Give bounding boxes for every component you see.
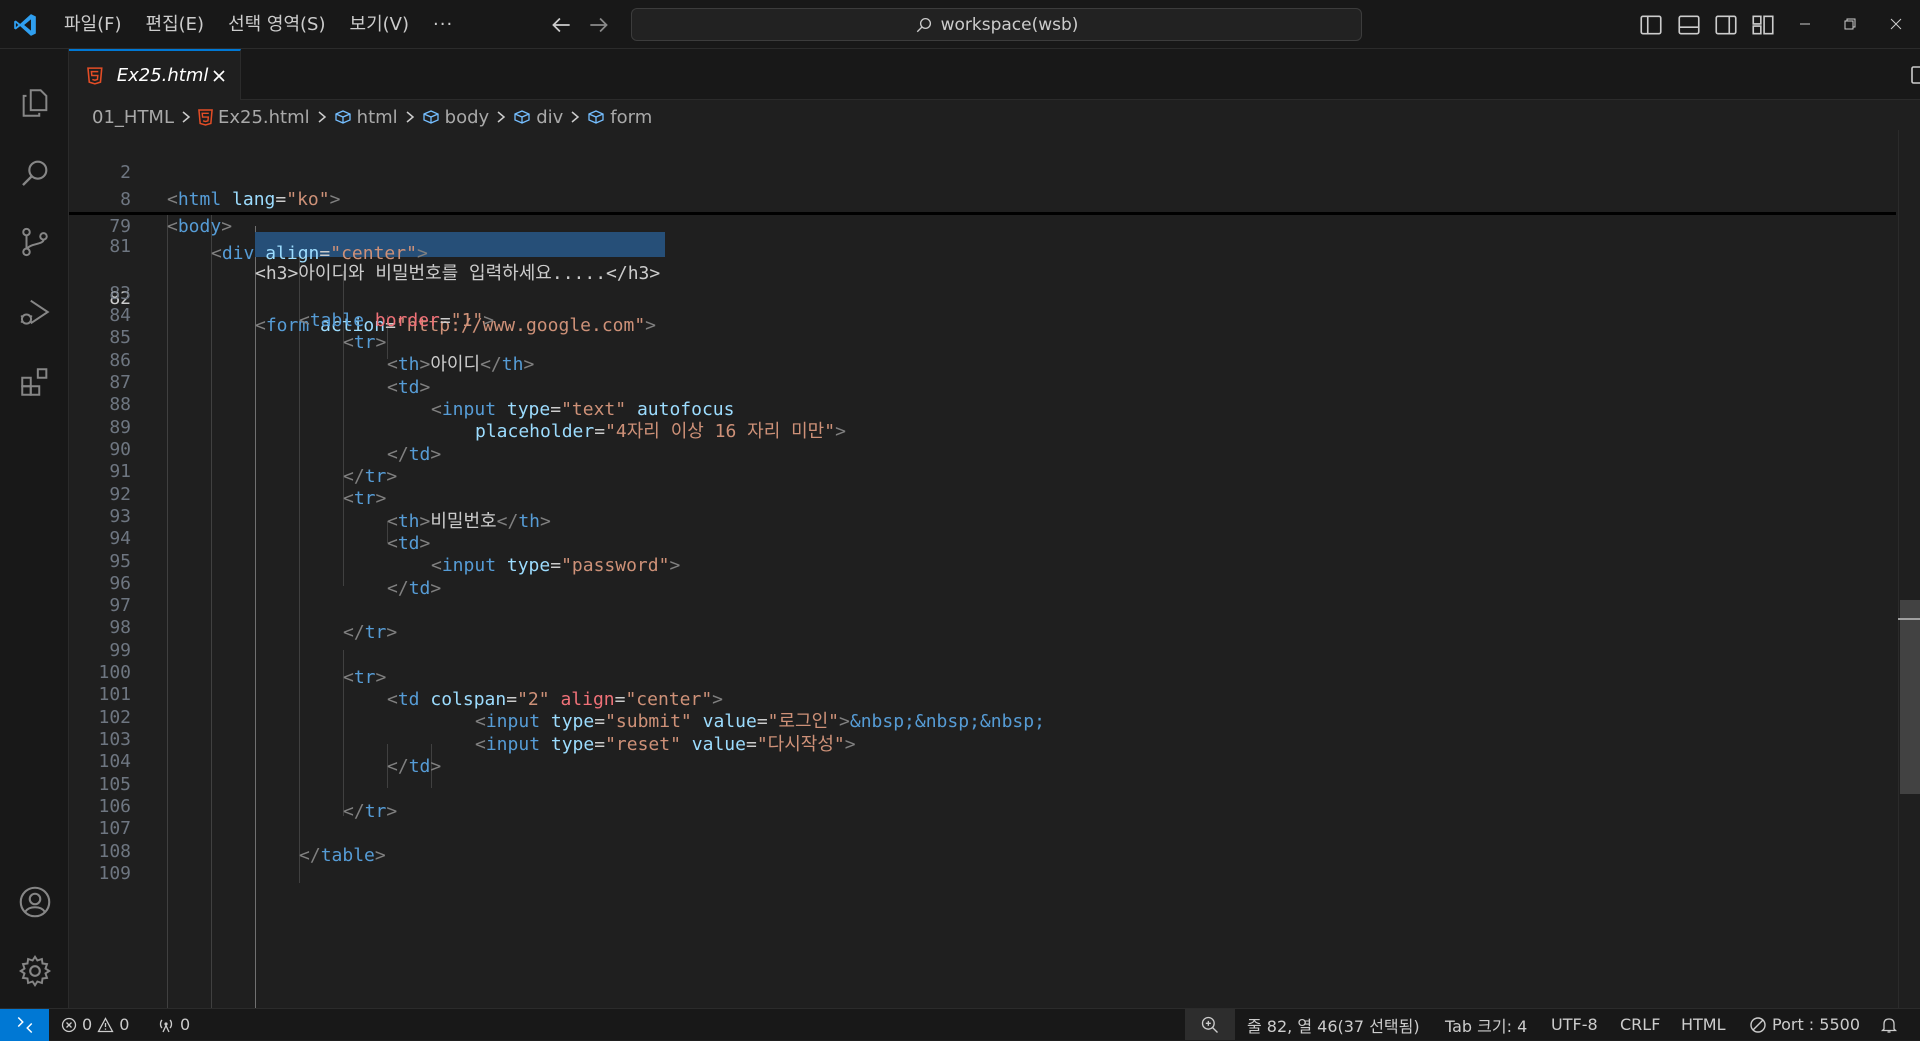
arrow-right-icon[interactable] [586,12,612,38]
search-button[interactable] [0,143,69,203]
line-number: 109 [98,863,131,884]
editor-tabs: Ex25.html [69,49,1920,100]
gear-icon [18,954,51,988]
error-icon [61,1017,77,1032]
customize-layout-icon[interactable] [1750,12,1776,38]
menu-file[interactable]: 파일(F) [52,9,134,41]
activity-bar [0,49,69,1008]
language-mode-status[interactable]: HTML [1681,1009,1726,1040]
chevron-right-icon [571,111,580,123]
sticky-line[interactable]: 8 <body> [69,159,1896,237]
symbol-element-icon [588,110,604,124]
symbol-element-icon [514,110,530,124]
notifications-button[interactable] [1880,1009,1898,1040]
encoding-status[interactable]: UTF-8 [1551,1009,1598,1040]
line-number: 79 [109,216,131,237]
arrow-left-icon[interactable] [548,12,574,38]
remote-icon [17,1016,32,1034]
extensions-icon [20,368,47,396]
source-control-icon [21,227,48,257]
chevron-right-icon [182,111,191,123]
breadcrumb-symbol-div[interactable]: div [513,107,563,128]
command-center-search[interactable]: workspace(wsb) [631,8,1362,41]
eol-status[interactable]: CRLF [1620,1009,1660,1040]
sticky-scroll: 2 <html lang="ko"> 8 <body> 79 <div alig… [69,130,1896,264]
source-control-button[interactable] [0,212,69,272]
toggle-secondary-sidebar-icon[interactable] [1713,12,1739,38]
html5-icon [87,66,103,85]
menu-view[interactable]: 보기(V) [338,9,421,41]
status-bar: 0 0 0 줄 82, 열 46(37 선택됨) Tab 크기: 4 UTF-8… [0,1008,1920,1041]
breadcrumb-symbol-form[interactable]: form [587,107,652,128]
close-icon [213,69,225,82]
chevron-right-icon [406,111,414,123]
warning-count: 0 [119,1015,130,1034]
breadcrumb-symbol-html[interactable]: html [334,107,398,128]
ports-status[interactable]: 0 [157,1009,190,1040]
circle-slash-icon [1750,1016,1766,1033]
zoom-in-icon [1201,1016,1218,1033]
breadcrumb-folder[interactable]: 01_HTML [92,107,174,128]
toggle-panel-icon[interactable] [1676,12,1702,38]
breadcrumb-symbol-body[interactable]: body [422,107,489,128]
problems-status[interactable]: 0 0 [61,1009,129,1040]
tab-size-status[interactable]: Tab 크기: 4 [1445,1009,1527,1040]
restore-icon [1844,18,1856,30]
menu-edit[interactable]: 편집(E) [134,9,217,41]
warning-icon [97,1016,114,1032]
breadcrumb-file[interactable]: Ex25.html [198,107,310,128]
menu-selection[interactable]: 선택 영역(S) [216,9,337,41]
account-icon [19,886,50,918]
breadcrumb: 01_HTML Ex25.html html body div form [92,104,652,130]
accounts-button[interactable] [0,872,69,932]
chevron-right-icon [318,111,326,123]
code-line[interactable]: 109 [69,833,1896,884]
run-debug-button[interactable] [0,282,69,342]
cursor-position-status[interactable]: 줄 82, 열 46(37 선택됨) [1247,1009,1420,1040]
toggle-primary-sidebar-icon[interactable] [1638,12,1664,38]
split-editor-icon[interactable] [1909,63,1920,87]
restore-button[interactable] [1833,8,1867,40]
zoom-button[interactable] [1185,1009,1235,1040]
tab-ex25-html[interactable]: Ex25.html [69,49,241,100]
explorer-button[interactable] [0,73,69,133]
tab-label: Ex25.html [116,65,209,86]
code-editor[interactable]: 2 <html lang="ko"> 8 <body> 79 <div alig… [69,130,1920,1008]
live-server-status[interactable]: Port : 5500 [1749,1009,1860,1040]
scrollbar-thumb[interactable] [1900,600,1920,794]
symbol-element-icon [423,110,439,124]
sticky-line[interactable]: 79 <div align="center"> [69,186,1896,264]
minimize-icon [1800,23,1810,25]
title-bar: 파일(F) 편집(E) 선택 영역(S) 보기(V) ··· workspace… [0,0,1920,49]
files-icon [22,89,47,117]
code-text: <body> [167,216,233,237]
vscode-logo-icon [14,14,36,36]
vertical-scrollbar[interactable] [1898,130,1920,1008]
extensions-button[interactable] [0,352,69,412]
chevron-right-icon [497,111,506,123]
symbol-element-icon [335,110,351,124]
close-icon [1890,18,1902,30]
menu-bar: 파일(F) 편집(E) 선택 영역(S) 보기(V) ··· [52,0,465,49]
minimize-button[interactable] [1788,8,1822,40]
remote-indicator-button[interactable] [0,1009,49,1041]
menu-more[interactable]: ··· [421,14,465,35]
broadcast-icon [159,1019,173,1032]
ports-count: 0 [180,1015,191,1034]
error-count: 0 [82,1015,93,1034]
close-window-button[interactable] [1879,8,1913,40]
sticky-line[interactable]: 2 <html lang="ko"> [69,132,1896,210]
tab-close-button[interactable] [208,65,230,87]
scrollbar-cursor-marker [1898,618,1920,620]
search-icon [916,17,931,32]
bell-icon [1880,1017,1898,1033]
command-center-label: workspace(wsb) [940,14,1079,35]
code-text: <div align="center"> [211,243,428,264]
search-icon [21,160,47,186]
run-debug-icon [20,299,50,325]
manage-button[interactable] [0,941,69,1001]
html5-icon [198,108,213,126]
